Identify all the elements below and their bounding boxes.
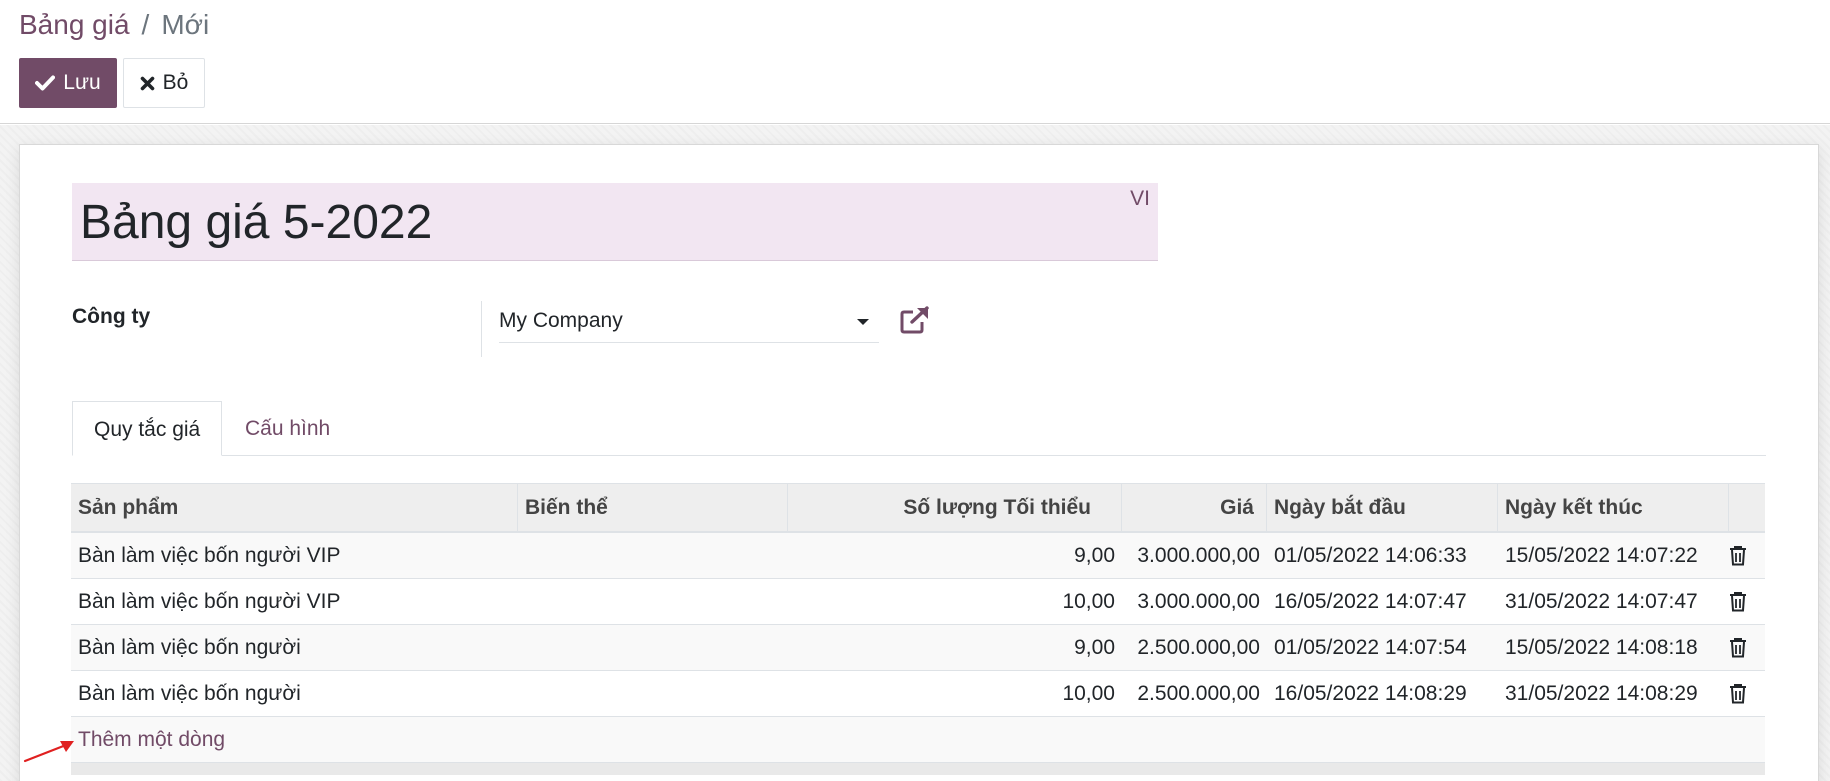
company-value: My Company bbox=[499, 309, 623, 332]
cell-min-qty[interactable]: 10,00 bbox=[788, 579, 1122, 625]
table-row[interactable]: Bàn làm việc bốn người 9,00 2.500.000,00… bbox=[71, 625, 1765, 671]
column-header-product[interactable]: Sản phẩm bbox=[71, 484, 518, 532]
column-header-start-date[interactable]: Ngày bắt đầu bbox=[1267, 484, 1498, 532]
cell-variant[interactable] bbox=[518, 671, 788, 717]
save-button[interactable]: Lưu bbox=[19, 58, 117, 108]
breadcrumb-separator: / bbox=[141, 9, 150, 40]
cell-price[interactable]: 3.000.000,00 bbox=[1122, 533, 1267, 579]
cell-variant[interactable] bbox=[518, 579, 788, 625]
annotation-arrow-icon bbox=[22, 736, 78, 769]
cell-end-date[interactable]: 15/05/2022 14:07:22 bbox=[1498, 533, 1729, 579]
cell-product[interactable]: Bàn làm việc bốn người VIP bbox=[71, 533, 518, 579]
breadcrumb-current: Mới bbox=[161, 9, 210, 40]
cell-start-date[interactable]: 16/05/2022 14:08:29 bbox=[1267, 671, 1498, 717]
caret-down-icon[interactable] bbox=[857, 319, 869, 325]
cell-product[interactable]: Bàn làm việc bốn người bbox=[71, 671, 518, 717]
cell-min-qty[interactable]: 10,00 bbox=[788, 671, 1122, 717]
company-label: Công ty bbox=[72, 305, 151, 328]
save-button-label: Lưu bbox=[63, 71, 101, 94]
discard-button-label: Bỏ bbox=[162, 71, 189, 94]
language-badge[interactable]: VI bbox=[1130, 187, 1150, 211]
title-field[interactable]: Bảng giá 5-2022 VI bbox=[72, 183, 1158, 261]
trash-icon[interactable] bbox=[1729, 683, 1747, 709]
trash-icon[interactable] bbox=[1729, 545, 1747, 571]
check-icon bbox=[35, 75, 56, 91]
table-row[interactable]: Bàn làm việc bốn người 10,00 2.500.000,0… bbox=[71, 671, 1765, 717]
cell-variant[interactable] bbox=[518, 625, 788, 671]
cell-min-qty[interactable]: 9,00 bbox=[788, 533, 1122, 579]
pricelist-name[interactable]: Bảng giá 5-2022 bbox=[80, 195, 432, 251]
cell-start-date[interactable]: 01/05/2022 14:06:33 bbox=[1267, 533, 1498, 579]
discard-button[interactable]: Bỏ bbox=[123, 58, 205, 108]
cell-end-date[interactable]: 31/05/2022 14:07:47 bbox=[1498, 579, 1729, 625]
cell-product[interactable]: Bàn làm việc bốn người bbox=[71, 625, 518, 671]
table-footer bbox=[71, 763, 1765, 775]
cell-price[interactable]: 2.500.000,00 bbox=[1122, 671, 1267, 717]
breadcrumb-parent-link[interactable]: Bảng giá bbox=[19, 6, 130, 44]
cell-start-date[interactable]: 16/05/2022 14:07:47 bbox=[1267, 579, 1498, 625]
control-panel: Bảng giá / Mới Lưu Bỏ bbox=[0, 0, 1830, 124]
table-row[interactable]: Bàn làm việc bốn người VIP 9,00 3.000.00… bbox=[71, 533, 1765, 579]
cell-price[interactable]: 3.000.000,00 bbox=[1122, 579, 1267, 625]
cell-start-date[interactable]: 01/05/2022 14:07:54 bbox=[1267, 625, 1498, 671]
trash-icon[interactable] bbox=[1729, 637, 1747, 663]
cell-price[interactable]: 2.500.000,00 bbox=[1122, 625, 1267, 671]
cell-product[interactable]: Bàn làm việc bốn người VIP bbox=[71, 579, 518, 625]
tab-pricing-rules[interactable]: Quy tắc giá bbox=[72, 401, 223, 456]
column-header-actions bbox=[1729, 484, 1765, 532]
cell-variant[interactable] bbox=[518, 533, 788, 579]
cell-min-qty[interactable]: 9,00 bbox=[788, 625, 1122, 671]
notebook-tabs: Quy tắc giá Cấu hình bbox=[72, 401, 1766, 456]
table-row[interactable]: Bàn làm việc bốn người VIP 10,00 3.000.0… bbox=[71, 579, 1765, 625]
trash-icon[interactable] bbox=[1729, 591, 1747, 617]
column-header-min-qty[interactable]: Số lượng Tối thiểu bbox=[788, 484, 1122, 532]
tab-configuration[interactable]: Cấu hình bbox=[224, 401, 351, 456]
column-header-price[interactable]: Giá bbox=[1122, 484, 1267, 532]
cell-end-date[interactable]: 15/05/2022 14:08:18 bbox=[1498, 625, 1729, 671]
column-header-variant[interactable]: Biến thể bbox=[518, 484, 788, 532]
pricing-rules-table: Sản phẩm Biến thể Số lượng Tối thiểu Giá… bbox=[71, 483, 1765, 775]
times-icon bbox=[140, 76, 155, 91]
breadcrumb: Bảng giá / Mới bbox=[19, 6, 209, 44]
external-link-icon[interactable] bbox=[899, 305, 931, 340]
cell-end-date[interactable]: 31/05/2022 14:08:29 bbox=[1498, 671, 1729, 717]
field-divider bbox=[481, 301, 482, 357]
table-header: Sản phẩm Biến thể Số lượng Tối thiểu Giá… bbox=[71, 483, 1765, 533]
column-header-end-date[interactable]: Ngày kết thúc bbox=[1498, 484, 1729, 532]
add-line-link[interactable]: Thêm một dòng bbox=[78, 717, 225, 763]
add-line-row: Thêm một dòng bbox=[71, 717, 1765, 763]
company-select[interactable]: My Company bbox=[499, 301, 879, 343]
